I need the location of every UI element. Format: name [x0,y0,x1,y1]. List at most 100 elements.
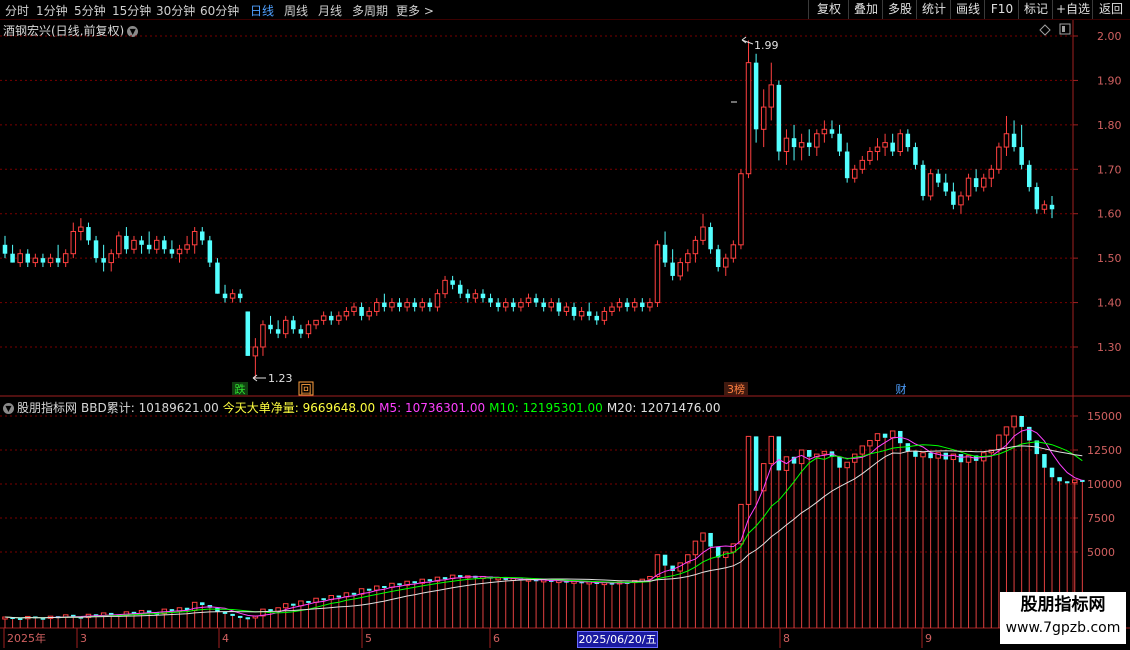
price-axis-label: 2.00 [1097,30,1122,43]
low-price-label: 1.23 [268,372,293,385]
candle-body [162,240,167,250]
candle-body [662,244,668,263]
candle-body [336,315,342,321]
date-axis-label: 9 [925,632,932,645]
drop-marker[interactable]: 跌 [235,382,246,396]
bbd-candle [874,433,881,441]
candle-body [708,227,713,250]
site-watermark: 股朋指标网 www.7gpzb.com [1000,592,1126,644]
candle-body [153,239,160,250]
bbd-candle [374,585,380,591]
bbd-candle [245,617,251,620]
price-axis-label: 1.30 [1097,341,1122,354]
candle-body [920,164,926,196]
candle-body [905,133,911,148]
window-icon-inner [1062,26,1065,32]
bbd-candle [268,609,273,612]
candle-body [184,244,190,250]
candle-body [495,302,501,308]
bbd-candle [806,450,812,457]
candle-body [1049,204,1055,210]
candle-body [533,298,539,303]
candle-body [70,230,77,255]
dragon-list-marker[interactable]: 3榜 [727,382,745,396]
candle-body [867,151,873,161]
bbd-candle [882,433,888,438]
bbd-candle [291,603,296,606]
candle-body [814,133,820,148]
candle-body [890,142,895,152]
candle-body [730,244,737,259]
diamond-icon[interactable] [1039,24,1051,36]
candle-body [419,302,426,308]
bbd-candle [859,445,866,455]
bbd-candle [1057,477,1062,482]
finance-marker[interactable]: 财 [896,382,907,396]
candle-body [252,346,259,357]
candle-body [837,133,842,152]
candle-body [594,315,600,321]
bbd-candle [1072,479,1078,484]
bbd-candle [708,532,713,547]
candle-body [874,146,881,153]
indicator-axis-label: 5000 [1087,546,1115,559]
candle-body [298,329,304,334]
bbd-candle [913,451,918,457]
candle-body [988,168,995,179]
bbd-candle [738,503,744,545]
candle-body [457,284,463,294]
candle-body [382,302,387,308]
candle-body [1026,164,1032,188]
candle-body [670,262,675,276]
candle-body [442,279,448,295]
candle-body [200,231,205,241]
candle-body [47,257,54,264]
bbd-candle [397,583,402,586]
candle-body [1011,133,1017,148]
candle-body [913,147,918,165]
bbd-candle [1003,426,1010,436]
bbd-candle [867,439,873,447]
candle-body [305,324,312,335]
candle-body [131,239,137,250]
bbd-candle [306,600,311,603]
bbd-candle [495,577,501,581]
candle-body [275,329,281,334]
candle-body [829,129,835,134]
candle-body [927,173,934,197]
price-axis-label: 1.50 [1097,252,1122,265]
bbd-candle [237,615,243,618]
candle-body [229,293,236,299]
candle-body [563,306,570,312]
candle-body [586,311,592,316]
candle-body [806,142,812,148]
candle-body [215,262,220,294]
candle-body [124,235,129,250]
indicator-axis-label: 7500 [1087,512,1115,525]
candle-body [282,319,289,335]
candle-body [32,257,39,264]
candle-body [434,293,441,308]
bbd-candle [950,453,957,461]
candle-body [366,310,372,317]
candle-body [116,235,122,255]
bbd-candle [1064,481,1070,484]
candle-body [647,302,653,308]
bbd-candle [366,588,372,591]
return-marker[interactable]: 回 [301,383,312,396]
candle-body [859,159,866,170]
bbd-candle [382,586,387,588]
candle-body [677,262,683,277]
bbd-candle [282,603,289,609]
candle-body [1034,187,1040,210]
candle-body [616,302,623,308]
candle-body [465,293,471,299]
kline-chart[interactable]: 2.00 1.90 1.80 1.70 1.60 1.50 1.40 1.30 15000 125… [0,0,1130,650]
bbd-candle [821,450,828,455]
candle-body [472,293,479,299]
candle-body [480,293,486,299]
candle-body [609,306,615,312]
candle-body [578,310,585,317]
price-axis-label: 1.40 [1097,297,1122,310]
date-axis-label: 4 [222,632,229,645]
